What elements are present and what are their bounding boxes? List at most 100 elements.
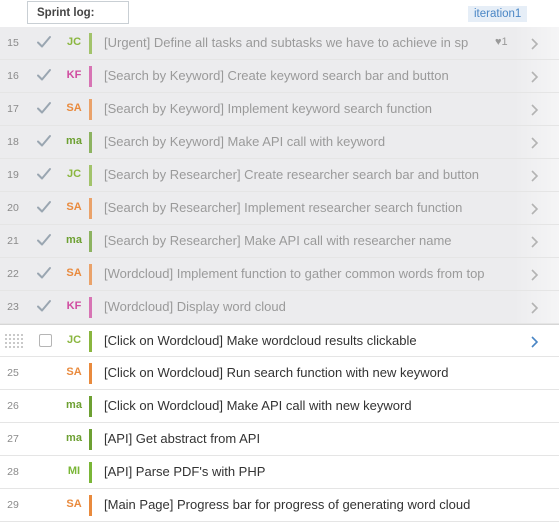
task-row[interactable]: 23 KF [Wordcloud] Display word cloud bbox=[0, 291, 559, 324]
task-row[interactable]: 27 ma [API] Get abstract from API bbox=[0, 423, 559, 456]
assignee-color-bar bbox=[89, 331, 92, 352]
assignee-color-bar bbox=[89, 363, 92, 384]
assignee-color-bar bbox=[89, 99, 92, 120]
task-title[interactable]: [API] Parse PDF's with PHP bbox=[104, 464, 499, 479]
chevron-right-icon[interactable] bbox=[529, 103, 539, 117]
assignee-initials[interactable]: KF bbox=[60, 300, 88, 312]
task-title[interactable]: [Click on Wordcloud] Make wordcloud resu… bbox=[104, 333, 499, 348]
checkmark-icon[interactable] bbox=[36, 34, 52, 50]
task-row[interactable]: 20 SA [Search by Researcher] Implement res… bbox=[0, 192, 559, 225]
assignee-initials[interactable]: SA bbox=[60, 366, 88, 378]
checkmark-icon[interactable] bbox=[36, 298, 52, 314]
iteration-badge[interactable]: iteration1 bbox=[468, 6, 528, 22]
like-count[interactable]: ♥1 bbox=[495, 36, 508, 48]
task-row[interactable]: 26 ma [Click on Wordcloud] Make API call w… bbox=[0, 390, 559, 423]
chevron-right-icon[interactable] bbox=[529, 235, 539, 249]
chevron-right-icon[interactable] bbox=[529, 169, 539, 183]
chevron-right-icon[interactable] bbox=[529, 70, 539, 84]
task-title[interactable]: [Search by Keyword] Create keyword searc… bbox=[104, 68, 499, 83]
assignee-color-bar bbox=[89, 429, 92, 450]
sprint-task-list: 15 JC [Urgent] Define all tasks and subtas… bbox=[0, 27, 559, 522]
assignee-color-bar bbox=[89, 231, 92, 252]
chevron-right-icon[interactable] bbox=[529, 202, 539, 216]
task-title[interactable]: [Wordcloud] Display word cloud bbox=[104, 299, 499, 314]
chevron-right-icon[interactable] bbox=[529, 136, 539, 150]
task-title[interactable]: [Search by Researcher] Create researcher… bbox=[104, 167, 499, 182]
row-number: 19 bbox=[7, 169, 19, 181]
assignee-color-bar bbox=[89, 165, 92, 186]
row-number: 15 bbox=[7, 37, 19, 49]
row-number: 21 bbox=[7, 235, 19, 247]
task-row[interactable]: 21 ma [Search by Researcher] Make API call… bbox=[0, 225, 559, 258]
checkmark-icon[interactable] bbox=[36, 133, 52, 149]
assignee-initials[interactable]: SA bbox=[60, 201, 88, 213]
drag-handle-icon[interactable] bbox=[4, 333, 24, 349]
row-number: 20 bbox=[7, 202, 19, 214]
task-checkbox[interactable] bbox=[39, 334, 52, 347]
task-title[interactable]: [Click on Wordcloud] Run search function… bbox=[104, 365, 499, 380]
task-title[interactable]: [Search by Keyword] Implement keyword se… bbox=[104, 101, 499, 116]
chevron-right-icon[interactable] bbox=[529, 37, 539, 51]
sprint-log-label: Sprint log: bbox=[27, 1, 129, 24]
assignee-initials[interactable]: ma bbox=[60, 399, 88, 411]
chevron-right-icon[interactable] bbox=[529, 301, 539, 315]
assignee-initials[interactable]: SA bbox=[60, 498, 88, 510]
row-number: 27 bbox=[7, 433, 19, 445]
task-title[interactable]: [Urgent] Define all tasks and subtasks w… bbox=[104, 35, 499, 50]
assignee-initials[interactable]: JC bbox=[60, 334, 88, 346]
assignee-initials[interactable]: SA bbox=[60, 267, 88, 279]
assignee-initials[interactable]: SA bbox=[60, 102, 88, 114]
row-number: 29 bbox=[7, 499, 19, 511]
assignee-color-bar bbox=[89, 495, 92, 516]
sprint-header: Sprint log: iteration1 bbox=[0, 0, 559, 27]
chevron-right-icon[interactable] bbox=[529, 268, 539, 282]
checkmark-icon[interactable] bbox=[36, 166, 52, 182]
task-row[interactable]: 19 JC [Search by Researcher] Create resear… bbox=[0, 159, 559, 192]
row-number: 16 bbox=[7, 70, 19, 82]
task-row[interactable]: 22 SA [Wordcloud] Implement function to ga… bbox=[0, 258, 559, 291]
row-number: 18 bbox=[7, 136, 19, 148]
task-row[interactable]: 28 MI [API] Parse PDF's with PHP bbox=[0, 456, 559, 489]
checkmark-icon[interactable] bbox=[36, 67, 52, 83]
task-title[interactable]: [API] Get abstract from API bbox=[104, 431, 499, 446]
task-row[interactable]: 17 SA [Search by Keyword] Implement keywor… bbox=[0, 93, 559, 126]
assignee-color-bar bbox=[89, 462, 92, 483]
task-row[interactable]: 16 KF [Search by Keyword] Create keyword s… bbox=[0, 60, 559, 93]
row-number: 17 bbox=[7, 103, 19, 115]
row-number: 28 bbox=[7, 466, 19, 478]
checkmark-icon[interactable] bbox=[36, 232, 52, 248]
assignee-initials[interactable]: JC bbox=[60, 168, 88, 180]
assignee-initials[interactable]: JC bbox=[60, 36, 88, 48]
assignee-initials[interactable]: ma bbox=[60, 432, 88, 444]
checkmark-icon[interactable] bbox=[36, 265, 52, 281]
task-title[interactable]: [Wordcloud] Implement function to gather… bbox=[104, 266, 499, 281]
assignee-initials[interactable]: MI bbox=[60, 465, 88, 477]
row-number: 22 bbox=[7, 268, 19, 280]
assignee-color-bar bbox=[89, 33, 92, 54]
chevron-right-icon[interactable] bbox=[529, 335, 539, 349]
task-title[interactable]: [Search by Researcher] Make API call wit… bbox=[104, 233, 499, 248]
assignee-color-bar bbox=[89, 396, 92, 417]
checkmark-icon[interactable] bbox=[36, 199, 52, 215]
assignee-color-bar bbox=[89, 132, 92, 153]
task-row[interactable]: 15 JC [Urgent] Define all tasks and subtas… bbox=[0, 27, 559, 60]
task-row[interactable]: 29 SA [Main Page] Progress bar for progres… bbox=[0, 489, 559, 522]
task-row[interactable]: 18 ma [Search by Keyword] Make API call wi… bbox=[0, 126, 559, 159]
assignee-initials[interactable]: ma bbox=[60, 135, 88, 147]
assignee-color-bar bbox=[89, 264, 92, 285]
checkmark-icon[interactable] bbox=[36, 100, 52, 116]
row-number: 23 bbox=[7, 301, 19, 313]
assignee-initials[interactable]: ma bbox=[60, 234, 88, 246]
task-title[interactable]: [Click on Wordcloud] Make API call with … bbox=[104, 398, 499, 413]
row-number: 26 bbox=[7, 400, 19, 412]
task-title[interactable]: [Search by Researcher] Implement researc… bbox=[104, 200, 499, 215]
row-number: 25 bbox=[7, 367, 19, 379]
assignee-color-bar bbox=[89, 198, 92, 219]
task-row[interactable]: JC [Click on Wordcloud] Make wordcloud re… bbox=[0, 324, 559, 357]
assignee-color-bar bbox=[89, 297, 92, 318]
assignee-initials[interactable]: KF bbox=[60, 69, 88, 81]
task-title[interactable]: [Main Page] Progress bar for progress of… bbox=[104, 497, 499, 512]
task-row[interactable]: 25 SA [Click on Wordcloud] Run search func… bbox=[0, 357, 559, 390]
task-title[interactable]: [Search by Keyword] Make API call with k… bbox=[104, 134, 499, 149]
assignee-color-bar bbox=[89, 66, 92, 87]
